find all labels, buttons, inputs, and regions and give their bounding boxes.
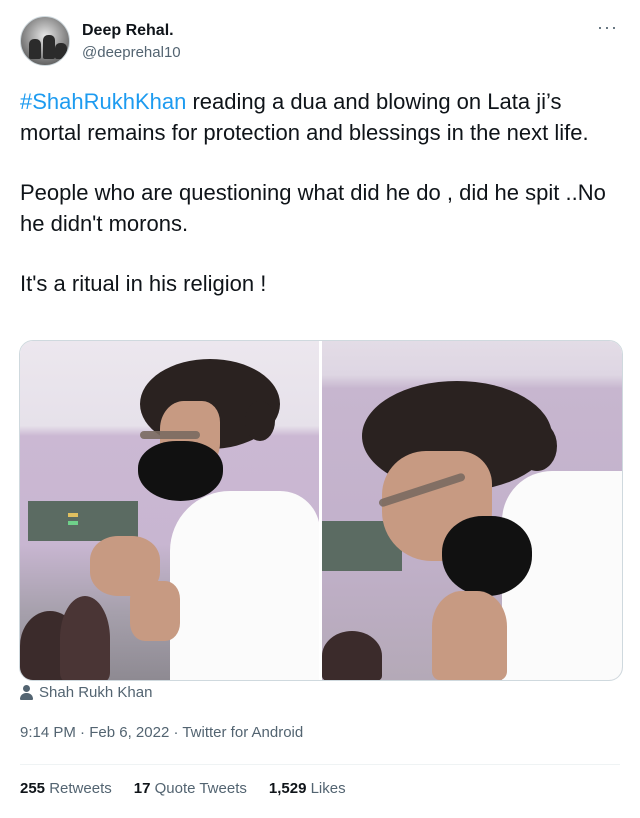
crowd: [322, 631, 382, 680]
tweet-meta: 9:14 PM · Feb 6, 2022 · Twitter for Andr…: [20, 724, 303, 741]
tweet-text: #ShahRukhKhan reading a dua and blowing …: [20, 86, 620, 328]
hair-bun: [517, 421, 557, 471]
panel-light: [68, 513, 78, 517]
avatar-figure: [43, 35, 55, 59]
hair-bun: [245, 401, 275, 441]
meta-separator: ·: [169, 724, 183, 741]
meta-separator: ·: [75, 724, 90, 741]
likes-label: Likes: [310, 780, 346, 797]
likes-stat[interactable]: 1,529 Likes: [269, 780, 346, 797]
avatar-figure: [55, 43, 67, 59]
forearm: [130, 581, 180, 641]
tweet-time[interactable]: 9:14 PM: [20, 724, 76, 741]
user-handle[interactable]: @deeprehal10: [82, 44, 181, 61]
white-shirt: [170, 491, 319, 680]
face-mask: [442, 516, 532, 596]
media-grid: [19, 340, 623, 681]
quotes-label: Quote Tweets: [154, 780, 247, 797]
retweets-count: 255: [20, 780, 46, 797]
more-dots-icon[interactable]: ···: [597, 18, 618, 36]
panel-light: [68, 521, 78, 525]
hashtag-link[interactable]: #ShahRukhKhan: [20, 89, 186, 114]
divider: [20, 764, 620, 765]
tweet-source[interactable]: Twitter for Android: [182, 724, 303, 741]
person-icon: [20, 685, 33, 700]
display-name[interactable]: Deep Rehal.: [82, 22, 174, 40]
avatar-figure: [29, 39, 41, 59]
quotes-count: 17: [133, 780, 151, 797]
hand: [432, 591, 507, 680]
avatar[interactable]: [20, 16, 70, 66]
media-tag[interactable]: Shah Rukh Khan: [20, 684, 152, 701]
likes-count: 1,529: [268, 780, 307, 797]
face-mask: [138, 441, 223, 501]
photo-left[interactable]: [20, 341, 319, 680]
retweets-stat[interactable]: 255 Retweets: [20, 780, 112, 797]
background-panel: [28, 501, 138, 541]
tweet-paragraph: It's a ritual in his religion !: [20, 271, 267, 296]
sunglasses: [140, 431, 200, 439]
crowd: [60, 596, 110, 680]
tweet-header: Deep Rehal. @deeprehal10 ···: [20, 16, 620, 72]
photo-right[interactable]: [322, 341, 622, 680]
tweet-stats: 255 Retweets 17 Quote Tweets 1,529 Likes: [20, 780, 346, 797]
tweet-paragraph: People who are questioning what did he d…: [20, 180, 606, 236]
tagged-person-name[interactable]: Shah Rukh Khan: [39, 684, 152, 701]
retweets-label: Retweets: [49, 780, 112, 797]
tweet-date[interactable]: Feb 6, 2022: [89, 724, 169, 741]
tweet-paragraph: #ShahRukhKhan reading a dua and blowing …: [20, 86, 620, 148]
quote-tweets-stat[interactable]: 17 Quote Tweets: [134, 780, 247, 797]
